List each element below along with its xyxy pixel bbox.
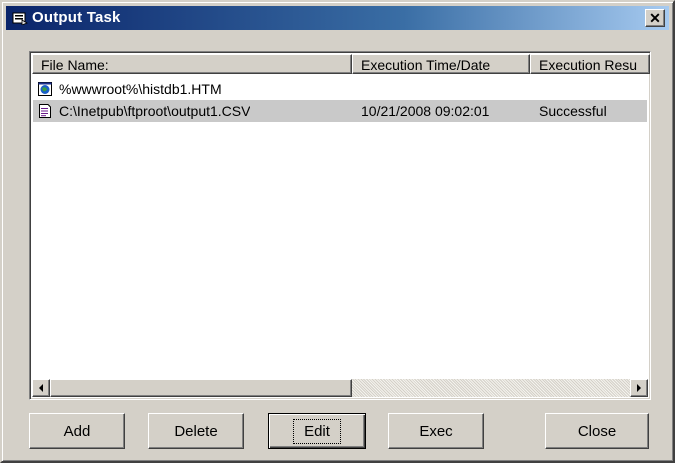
- add-button[interactable]: Add: [29, 413, 125, 449]
- output-task-window: Output Task ✕ File Name: Execution Time/…: [0, 0, 675, 463]
- close-icon: ✕: [649, 10, 661, 26]
- scroll-right-button[interactable]: [630, 379, 648, 397]
- output-file-list[interactable]: File Name: Execution Time/Date Execution…: [29, 51, 651, 400]
- scroll-track[interactable]: [50, 379, 630, 397]
- delete-button[interactable]: Delete: [148, 413, 244, 449]
- edit-button[interactable]: Edit: [268, 413, 366, 449]
- column-header-execution-time[interactable]: Execution Time/Date: [352, 54, 530, 74]
- execution-result-cell: Successful: [539, 103, 607, 119]
- close-button[interactable]: Close: [545, 413, 649, 449]
- list-item[interactable]: %wwwroot%\histdb1.HTM: [33, 78, 647, 100]
- horizontal-scrollbar[interactable]: [32, 379, 648, 397]
- execution-time-cell: 10/21/2008 09:02:01: [361, 103, 490, 119]
- list-item[interactable]: C:\Inetpub\ftproot\output1.CSV 10/21/200…: [33, 100, 647, 122]
- arrow-right-icon: [637, 384, 641, 392]
- edit-button-label: Edit: [293, 418, 341, 444]
- text-file-icon: [39, 104, 51, 118]
- arrow-left-icon: [39, 384, 43, 392]
- close-window-button[interactable]: ✕: [645, 9, 665, 27]
- window-title: Output Task: [32, 9, 121, 26]
- scroll-left-button[interactable]: [32, 379, 50, 397]
- app-icon: [12, 12, 28, 25]
- html-file-icon: [38, 82, 52, 96]
- column-header-file-name[interactable]: File Name:: [32, 54, 352, 74]
- file-name-cell: %wwwroot%\histdb1.HTM: [59, 81, 222, 97]
- column-header-execution-result[interactable]: Execution Resu: [530, 54, 650, 74]
- file-name-cell: C:\Inetpub\ftproot\output1.CSV: [59, 103, 251, 119]
- list-header: File Name: Execution Time/Date Execution…: [32, 54, 650, 76]
- scroll-thumb[interactable]: [50, 379, 352, 397]
- title-bar[interactable]: Output Task ✕: [6, 6, 669, 30]
- exec-button[interactable]: Exec: [388, 413, 484, 449]
